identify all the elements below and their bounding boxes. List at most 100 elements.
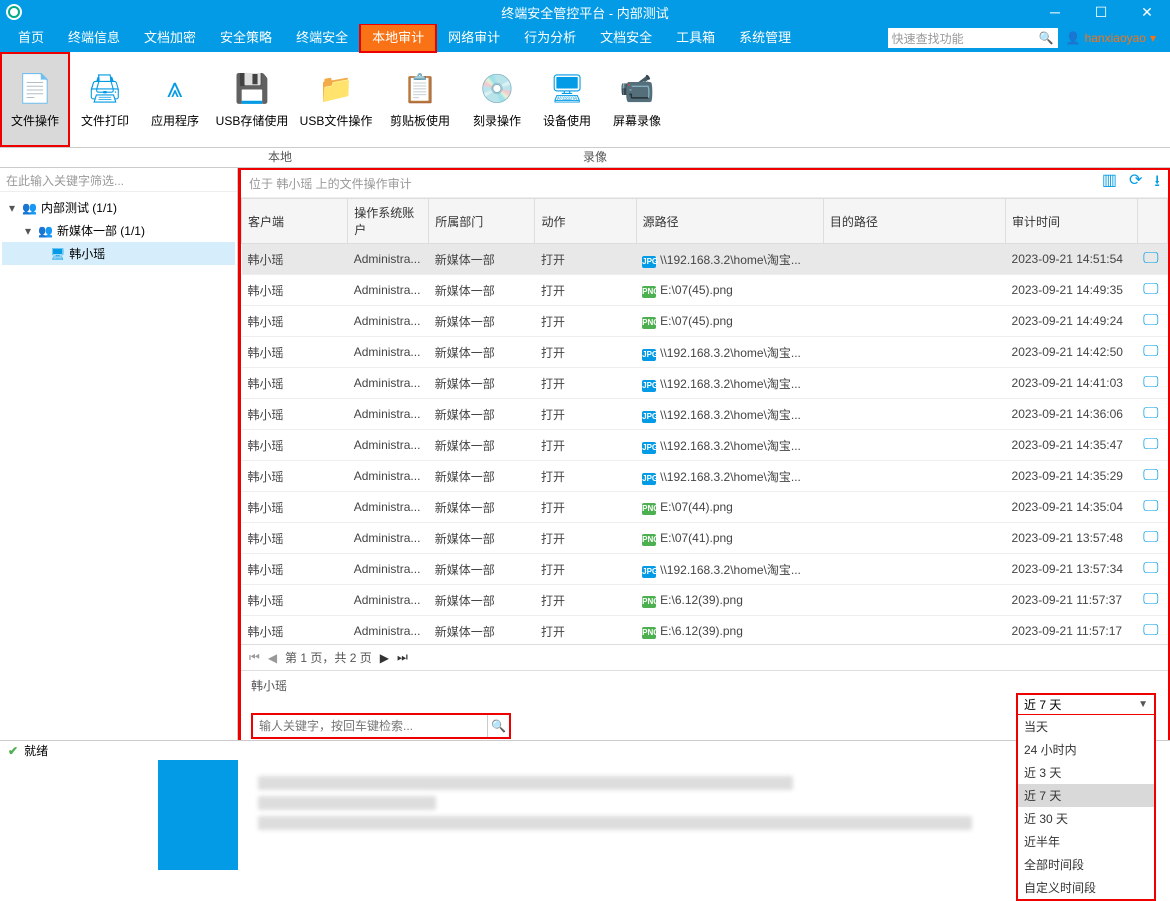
status-bar: ✔ 就绪: [0, 740, 1170, 760]
tool-icon: 💾: [235, 70, 270, 106]
table-row[interactable]: 韩小瑶Administra...新媒体一部打开JPG\\192.168.3.2\…: [242, 244, 1168, 275]
monitor-icon[interactable]: 🖵: [1143, 529, 1158, 546]
monitor-icon[interactable]: 🖵: [1143, 591, 1158, 608]
monitor-icon[interactable]: 🖵: [1143, 467, 1158, 484]
tree-node-group[interactable]: ▾ 👥 新媒体一部 (1/1): [2, 219, 235, 242]
col-header-0[interactable]: 客户端: [242, 199, 348, 244]
table-row[interactable]: 韩小瑶Administra...新媒体一部打开JPG\\192.168.3.2\…: [242, 554, 1168, 585]
time-range-option[interactable]: 近 30 天: [1018, 807, 1154, 830]
menu-item-9[interactable]: 工具箱: [664, 24, 727, 52]
menu-item-2[interactable]: 文档加密: [132, 24, 208, 52]
chevron-down-icon: ▾: [6, 201, 18, 215]
time-range-option[interactable]: 近半年: [1018, 830, 1154, 853]
monitor-icon[interactable]: 🖵: [1143, 312, 1158, 329]
time-range-option[interactable]: 当天: [1018, 715, 1154, 738]
content-header: 位于 韩小瑶 上的文件操作审计 ▥ ⟳ ⭳: [241, 170, 1168, 198]
audit-table: 客户端操作系统账户所属部门动作源路径目的路径审计时间 韩小瑶Administra…: [241, 198, 1168, 644]
table-row[interactable]: 韩小瑶Administra...新媒体一部打开JPG\\192.168.3.2\…: [242, 461, 1168, 492]
tool-icon: 📁: [319, 70, 354, 106]
time-range-options: 当天24 小时内近 3 天近 7 天近 30 天近半年全部时间段自定义时间段: [1016, 715, 1156, 901]
col-header-3[interactable]: 动作: [535, 199, 636, 244]
table-row[interactable]: 韩小瑶Administra...新媒体一部打开PNGE:\07(45).png2…: [242, 306, 1168, 337]
pager-prev[interactable]: ◀: [268, 651, 277, 665]
table-row[interactable]: 韩小瑶Administra...新媒体一部打开PNGE:\07(41).png2…: [242, 523, 1168, 554]
monitor-icon[interactable]: 🖵: [1143, 343, 1158, 360]
table-row[interactable]: 韩小瑶Administra...新媒体一部打开JPG\\192.168.3.2\…: [242, 337, 1168, 368]
close-button[interactable]: ✕: [1124, 0, 1170, 24]
table-row[interactable]: 韩小瑶Administra...新媒体一部打开PNGE:\07(45).png2…: [242, 275, 1168, 306]
col-header-4[interactable]: 源路径: [636, 199, 823, 244]
tool-label: 文件打印: [81, 112, 129, 129]
tool-label: 刻录操作: [473, 112, 521, 129]
sidebar-filter-input[interactable]: 在此输入关键字筛选...: [0, 168, 237, 192]
time-range-option[interactable]: 全部时间段: [1018, 853, 1154, 876]
table-row[interactable]: 韩小瑶Administra...新媒体一部打开JPG\\192.168.3.2\…: [242, 430, 1168, 461]
keyword-search-button[interactable]: 🔍: [487, 715, 509, 737]
maximize-button[interactable]: ☐: [1078, 0, 1124, 24]
time-range-select[interactable]: 近 7 天 ▼: [1016, 693, 1156, 715]
tool-label: 设备使用: [543, 112, 591, 129]
table-row[interactable]: 韩小瑶Administra...新媒体一部打开JPG\\192.168.3.2\…: [242, 368, 1168, 399]
menu-item-4[interactable]: 终端安全: [284, 24, 360, 52]
ribbon-group-record: 录像: [560, 148, 630, 167]
status-ok-icon: ✔: [8, 744, 18, 758]
tool-8[interactable]: 📹屏幕录像: [602, 52, 672, 147]
tool-icon: 📹: [620, 70, 655, 106]
quick-search-box[interactable]: 快速查找功能 🔍: [888, 28, 1058, 48]
window-controls: ─ ☐ ✕: [1032, 0, 1170, 24]
chevron-down-icon: ▾: [1150, 31, 1156, 45]
pager-last[interactable]: ⏭: [397, 650, 408, 665]
menu-item-6[interactable]: 网络审计: [436, 24, 512, 52]
refresh-button[interactable]: ⟳: [1129, 170, 1142, 197]
user-menu[interactable]: 👤 hanxiaoyao ▾: [1066, 31, 1164, 45]
menu-item-8[interactable]: 文档安全: [588, 24, 664, 52]
col-header-2[interactable]: 所属部门: [429, 199, 535, 244]
table-row[interactable]: 韩小瑶Administra...新媒体一部打开PNGE:\6.12(39).pn…: [242, 585, 1168, 616]
table-row[interactable]: 韩小瑶Administra...新媒体一部打开PNGE:\6.12(39).pn…: [242, 616, 1168, 645]
monitor-icon[interactable]: 🖵: [1143, 281, 1158, 298]
monitor-icon[interactable]: 🖵: [1143, 436, 1158, 453]
menu-item-7[interactable]: 行为分析: [512, 24, 588, 52]
keyword-search-input[interactable]: [253, 719, 487, 733]
menu-item-1[interactable]: 终端信息: [56, 24, 132, 52]
time-range-option[interactable]: 自定义时间段: [1018, 876, 1154, 899]
tool-4[interactable]: 📁USB文件操作: [294, 52, 378, 147]
menu-item-3[interactable]: 安全策略: [208, 24, 284, 52]
app-icon: [6, 4, 22, 20]
monitor-icon[interactable]: 🖵: [1143, 374, 1158, 391]
minimize-button[interactable]: ─: [1032, 0, 1078, 24]
menu-item-10[interactable]: 系统管理: [727, 24, 803, 52]
tool-2[interactable]: ⩓应用程序: [140, 52, 210, 147]
tool-0[interactable]: 📄文件操作: [0, 52, 70, 147]
monitor-icon[interactable]: 🖵: [1143, 405, 1158, 422]
time-range-option[interactable]: 24 小时内: [1018, 738, 1154, 761]
col-header-7[interactable]: [1137, 199, 1167, 244]
time-range-option[interactable]: 近 7 天: [1018, 784, 1154, 807]
export-button[interactable]: ⭳: [1154, 170, 1160, 197]
table-row[interactable]: 韩小瑶Administra...新媒体一部打开PNGE:\07(44).png2…: [242, 492, 1168, 523]
monitor-icon[interactable]: 🖵: [1143, 498, 1158, 515]
tool-icon: 📋: [403, 70, 438, 106]
columns-button[interactable]: ▥: [1102, 170, 1117, 197]
table-row[interactable]: 韩小瑶Administra...新媒体一部打开JPG\\192.168.3.2\…: [242, 399, 1168, 430]
tool-1[interactable]: 🖨文件打印: [70, 52, 140, 147]
pager-next[interactable]: ▶: [380, 651, 389, 665]
tree-node-leaf[interactable]: 🖥 韩小瑶: [2, 242, 235, 265]
monitor-icon[interactable]: 🖵: [1143, 560, 1158, 577]
col-header-5[interactable]: 目的路径: [823, 199, 1005, 244]
menu-item-5[interactable]: 本地审计: [360, 24, 436, 52]
tool-3[interactable]: 💾USB存储使用: [210, 52, 294, 147]
monitor-icon[interactable]: 🖵: [1143, 622, 1158, 639]
tool-5[interactable]: 📋剪贴板使用: [378, 52, 462, 147]
tool-6[interactable]: 💿刻录操作: [462, 52, 532, 147]
time-range-option[interactable]: 近 3 天: [1018, 761, 1154, 784]
pager-first[interactable]: ⏮: [249, 650, 260, 665]
tool-7[interactable]: 🖥设备使用: [532, 52, 602, 147]
monitor-icon[interactable]: 🖵: [1143, 250, 1158, 267]
tree-node-root[interactable]: ▾ 👥 内部测试 (1/1): [2, 196, 235, 219]
col-header-1[interactable]: 操作系统账户: [348, 199, 429, 244]
title-bar: 终端安全管控平台 - 内部测试 ─ ☐ ✕: [0, 0, 1170, 24]
col-header-6[interactable]: 审计时间: [1006, 199, 1138, 244]
menu-item-0[interactable]: 首页: [6, 24, 56, 52]
status-text: 就绪: [24, 742, 48, 759]
